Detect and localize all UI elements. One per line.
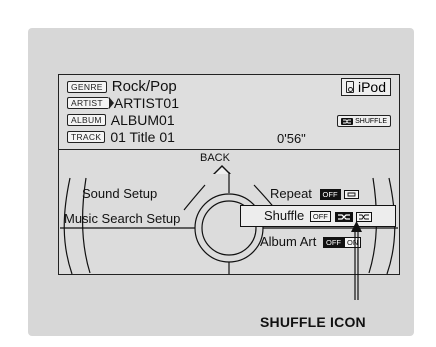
repeat-item[interactable]: Repeat OFF xyxy=(270,186,360,201)
repeat-label: Repeat xyxy=(270,186,312,201)
shuffle-off-button[interactable]: OFF xyxy=(309,211,331,223)
repeat-icon xyxy=(344,190,360,200)
album-art-off-button[interactable]: OFF xyxy=(322,237,344,249)
selector-dial xyxy=(60,172,398,275)
album-art-label: Album Art xyxy=(260,234,317,249)
shuffle-row: Shuffle OFF xyxy=(264,208,373,223)
shuffle-album-icon[interactable] xyxy=(356,211,373,222)
shuffle-label: Shuffle xyxy=(264,208,305,223)
dial-outer-ring xyxy=(63,177,73,275)
album-art-on-button[interactable]: ON xyxy=(343,237,362,249)
music-search-setup-item[interactable]: Music Search Setup xyxy=(64,211,180,226)
sound-setup-item[interactable]: Sound Setup xyxy=(82,186,157,201)
shuffle-icon[interactable] xyxy=(334,211,353,222)
shuffle-icon-caption: SHUFFLE ICON xyxy=(260,314,366,330)
repeat-off-button[interactable]: OFF xyxy=(319,189,341,201)
album-art-item[interactable]: Album Art OFF ON xyxy=(260,234,362,249)
